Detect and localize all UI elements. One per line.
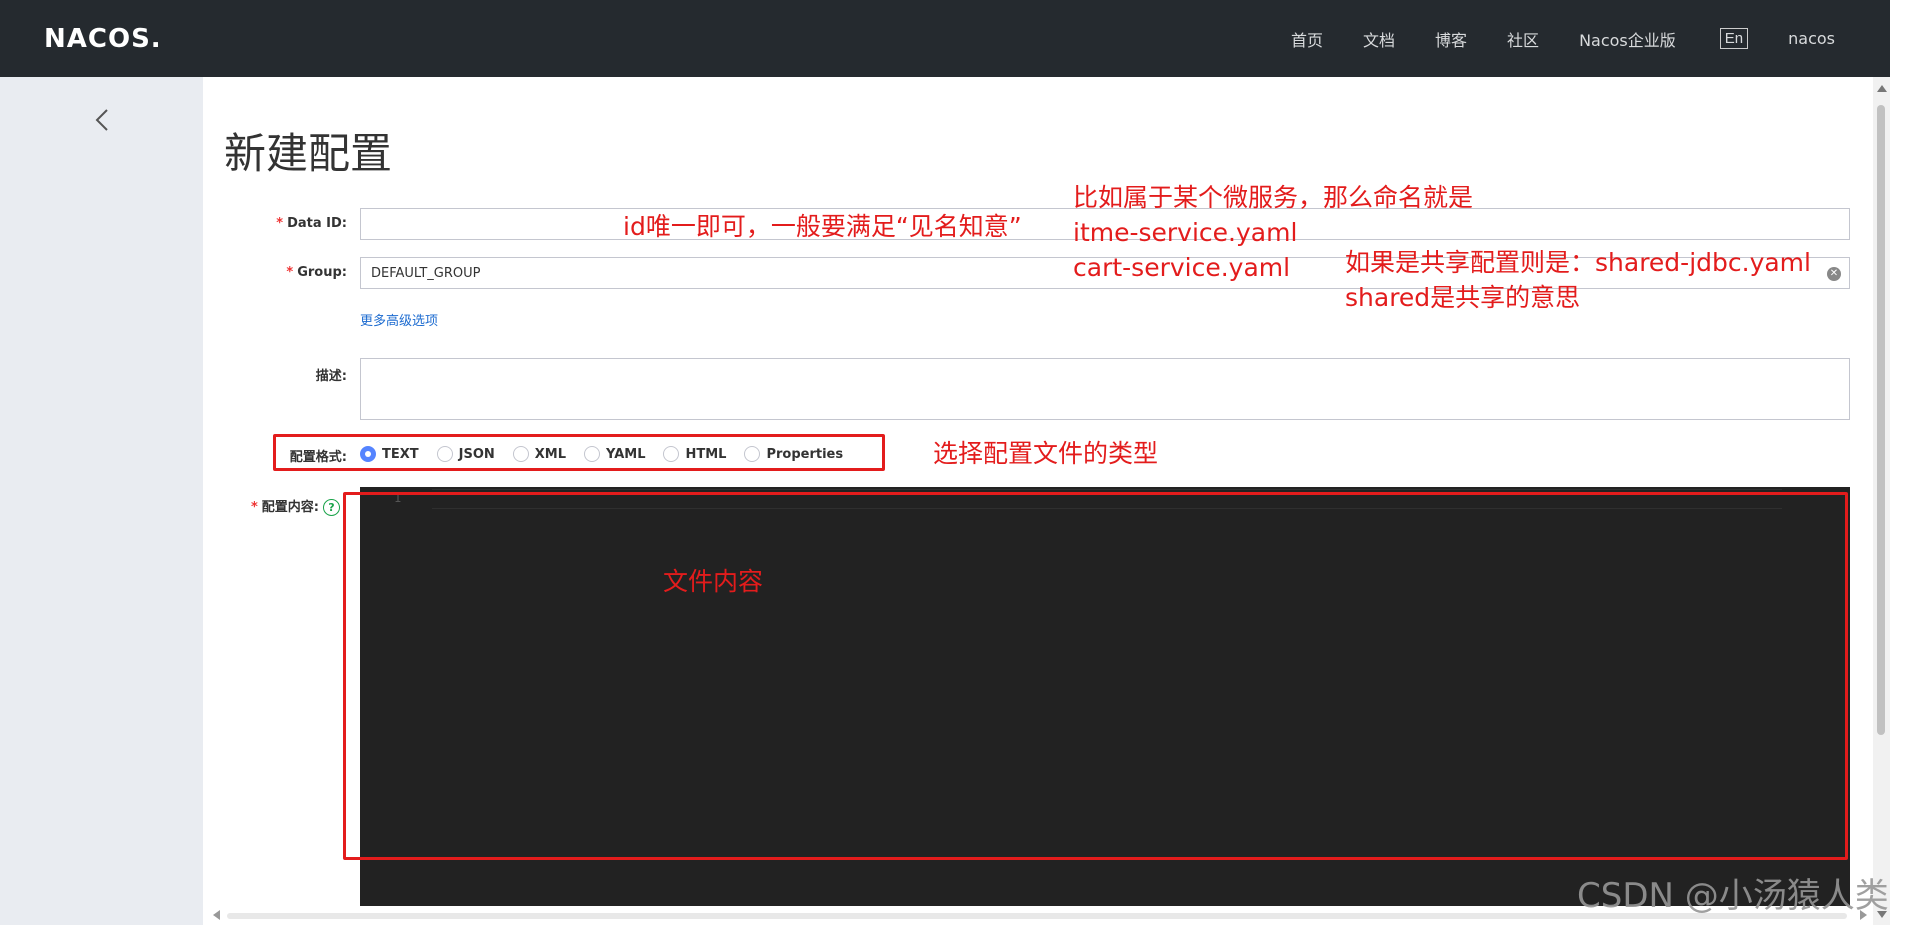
user-menu[interactable]: nacos xyxy=(1788,29,1835,48)
watermark: CSDN @小汤猿人类 xyxy=(1577,876,1889,916)
group-label: * Group: xyxy=(230,265,347,280)
format-highlight-box xyxy=(273,434,885,471)
description-textarea[interactable] xyxy=(360,358,1850,420)
help-icon[interactable]: ? xyxy=(323,499,340,516)
data-id-label-text: Data ID: xyxy=(287,216,347,231)
annotation-format-note: 选择配置文件的类型 xyxy=(933,439,1159,468)
nav-blog[interactable]: 博客 xyxy=(1435,27,1467,51)
group-label-text: Group: xyxy=(297,265,347,280)
required-mark: * xyxy=(286,265,294,280)
annotation-naming-line-2: itme-service.yaml xyxy=(1073,218,1298,247)
vertical-scrollbar[interactable] xyxy=(1873,77,1890,925)
nacos-logo[interactable]: NACOS. xyxy=(44,24,162,54)
content-label-text: 配置内容: xyxy=(261,500,319,515)
annotation-naming-line-3: cart-service.yaml xyxy=(1073,253,1291,282)
annotation-content-note: 文件内容 xyxy=(663,567,764,596)
required-mark: * xyxy=(276,216,284,231)
annotation-shared-line-1: 如果是共享配置则是：shared-jdbc.yaml xyxy=(1345,248,1811,277)
scroll-up-icon[interactable] xyxy=(1877,85,1887,92)
content-highlight-box xyxy=(343,492,1848,860)
required-mark: * xyxy=(250,500,258,515)
annotation-naming-line-1: 比如属于某个微服务，那么命名就是 xyxy=(1073,183,1474,212)
sidebar xyxy=(0,77,203,925)
advanced-options-link[interactable]: 更多高级选项 xyxy=(360,310,438,329)
clear-icon[interactable]: ✕ xyxy=(1827,267,1841,281)
top-nav: 首页 文档 博客 社区 Nacos企业版 En nacos xyxy=(1251,0,1835,77)
group-input-value: DEFAULT_GROUP xyxy=(371,265,481,281)
scrollbar-thumb[interactable] xyxy=(1877,105,1885,735)
nav-docs[interactable]: 文档 xyxy=(1363,27,1395,51)
content-label: * 配置内容:? xyxy=(230,496,340,516)
top-navbar: NACOS. 首页 文档 博客 社区 Nacos企业版 En nacos xyxy=(0,0,1890,77)
page-title: 新建配置 xyxy=(224,129,393,178)
data-id-label: * Data ID: xyxy=(230,216,347,231)
chevron-left-icon[interactable] xyxy=(88,105,118,135)
annotation-shared-line-2: shared是共享的意思 xyxy=(1345,283,1581,312)
description-label: 描述: xyxy=(315,369,347,384)
language-toggle-button[interactable]: En xyxy=(1719,28,1749,49)
window-edge xyxy=(1890,0,1910,925)
nav-enterprise[interactable]: Nacos企业版 xyxy=(1579,27,1676,51)
scroll-left-icon[interactable] xyxy=(213,910,220,920)
nav-home[interactable]: 首页 xyxy=(1291,27,1323,51)
annotation-id-note: id唯一即可，一般要满足“见名知意” xyxy=(623,212,1022,241)
nav-community[interactable]: 社区 xyxy=(1507,27,1539,51)
